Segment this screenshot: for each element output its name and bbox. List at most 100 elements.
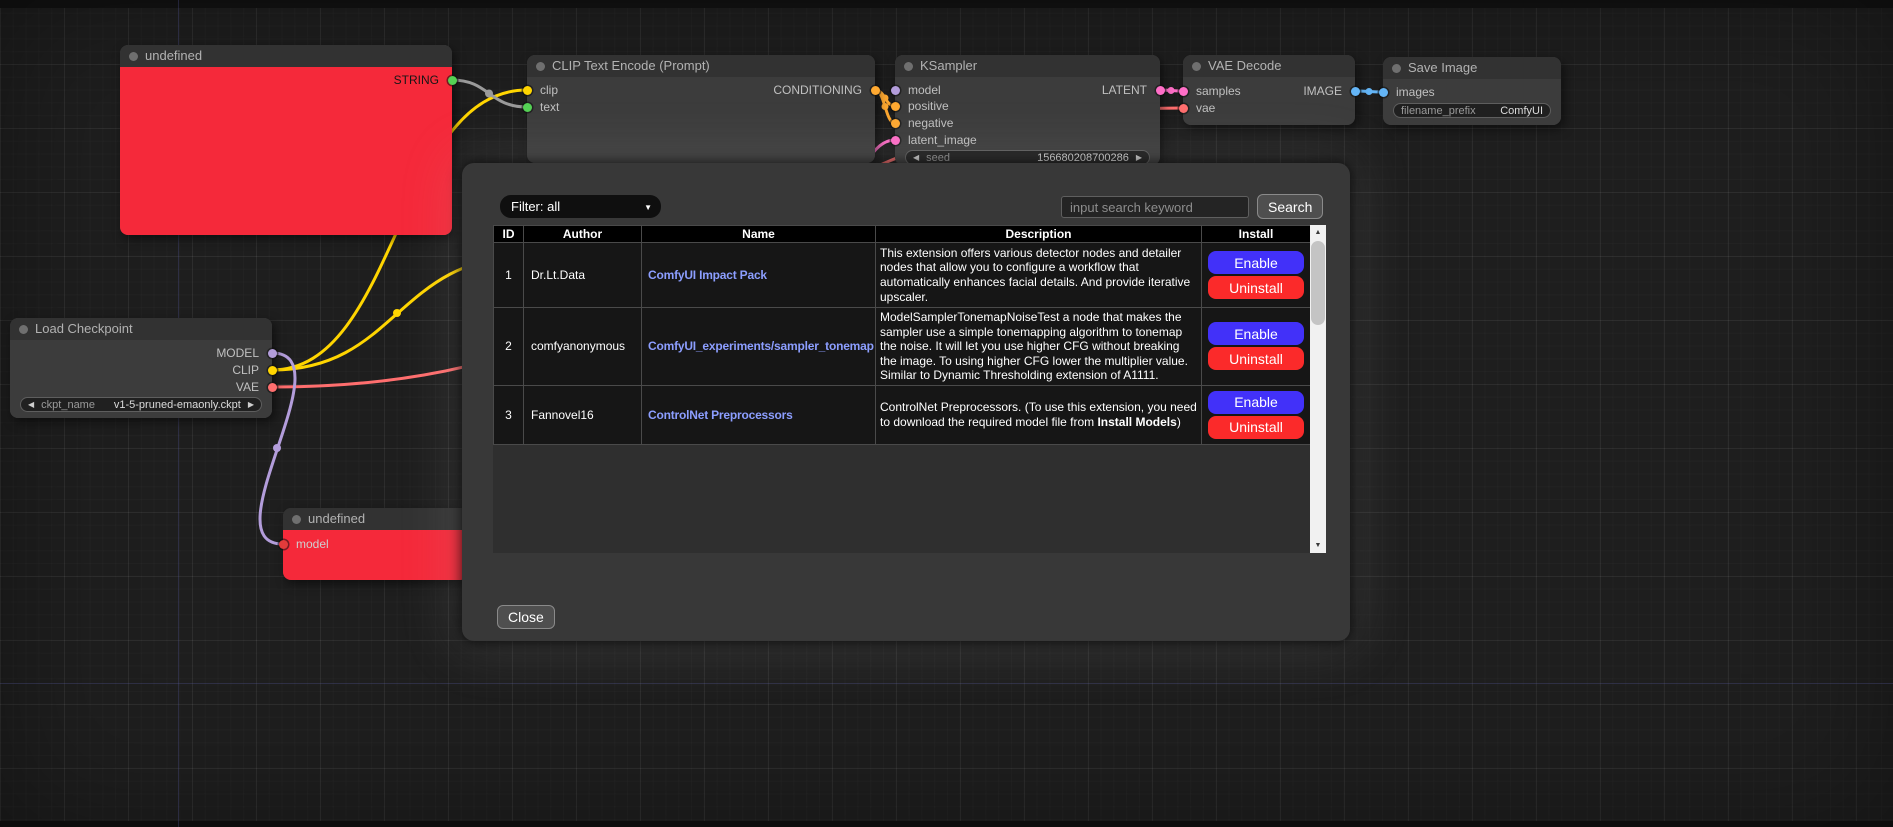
header-install: Install (1202, 226, 1311, 243)
output-latent[interactable]: LATENT (895, 83, 1160, 97)
table-scrollbar[interactable]: ▲ ▼ (1310, 225, 1326, 553)
output-model[interactable]: MODEL (10, 346, 272, 360)
extension-link[interactable]: ComfyUI Impact Pack (648, 268, 767, 282)
node-vae-decode[interactable]: VAE Decode samples vae IMAGE (1183, 55, 1355, 125)
negative-port-dot[interactable] (891, 119, 900, 128)
model-out-port-dot[interactable] (268, 349, 277, 358)
input-text[interactable]: text (527, 100, 875, 114)
node-collapse-dot[interactable] (904, 62, 913, 71)
input-negative[interactable]: negative (895, 116, 1160, 130)
header-name: Name (642, 226, 876, 243)
table-row: 2 comfyanonymous ComfyUI_experiments/sam… (494, 308, 1311, 386)
string-port-dot[interactable] (448, 76, 457, 85)
node-clip-text-encode[interactable]: CLIP Text Encode (Prompt) clip text COND… (527, 55, 875, 163)
enable-button[interactable]: Enable (1208, 391, 1304, 414)
node-collapse-dot[interactable] (536, 62, 545, 71)
node-load-checkpoint[interactable]: Load Checkpoint MODEL CLIP VAE ◀ ckpt_na… (10, 318, 272, 418)
search-input[interactable] (1061, 196, 1249, 218)
cell-name: ComfyUI_experiments/sampler_tonemap (642, 308, 876, 386)
text-port-dot[interactable] (523, 103, 532, 112)
image-port-dot[interactable] (1351, 87, 1360, 96)
input-latent-image[interactable]: latent_image (895, 133, 1160, 147)
cell-name: ControlNet Preprocessors (642, 385, 876, 444)
output-image[interactable]: IMAGE (1183, 84, 1355, 98)
input-positive[interactable]: positive (895, 99, 1160, 113)
uninstall-button[interactable]: Uninstall (1208, 276, 1304, 299)
images-port-dot[interactable] (1379, 88, 1388, 97)
node-undefined-model[interactable]: undefined model (283, 508, 468, 580)
wire-dot (393, 309, 401, 317)
node-title: undefined (145, 48, 202, 63)
extension-link[interactable]: ControlNet Preprocessors (648, 408, 793, 422)
uninstall-button[interactable]: Uninstall (1208, 347, 1304, 370)
node-title: KSampler (920, 58, 977, 73)
node-collapse-dot[interactable] (1192, 62, 1201, 71)
scroll-up-icon[interactable]: ▲ (1310, 225, 1326, 240)
node-title: CLIP Text Encode (Prompt) (552, 58, 710, 73)
clip-out-port-dot[interactable] (268, 366, 277, 375)
cell-id: 2 (494, 308, 524, 386)
wire-dot (273, 444, 281, 452)
prev-value-icon[interactable]: ◀ (28, 398, 34, 411)
cell-install: Enable Uninstall (1202, 308, 1311, 386)
node-ksampler[interactable]: KSampler model positive negative latent_… (895, 55, 1160, 165)
vae-out-port-dot[interactable] (268, 383, 277, 392)
node-undefined-string[interactable]: undefined STRING (120, 45, 452, 235)
enable-button[interactable]: Enable (1208, 251, 1304, 274)
latent-out-port-dot[interactable] (1156, 86, 1165, 95)
output-clip[interactable]: CLIP (10, 363, 272, 377)
cell-name: ComfyUI Impact Pack (642, 243, 876, 308)
model-port-dot[interactable] (279, 540, 288, 549)
node-title-bar: Load Checkpoint (10, 318, 272, 340)
close-button[interactable]: Close (497, 605, 555, 629)
table-header-row: ID Author Name Description Install (494, 226, 1311, 243)
chevron-down-icon: ▼ (644, 196, 652, 219)
output-conditioning[interactable]: CONDITIONING (527, 83, 875, 97)
node-title-bar: Save Image (1383, 57, 1561, 79)
filter-dropdown[interactable]: Filter: all ▼ (500, 195, 661, 218)
cell-id: 3 (494, 385, 524, 444)
filter-selected-value: Filter: all (511, 199, 560, 214)
cell-description: ModelSamplerTonemapNoiseTest a node that… (876, 308, 1202, 386)
extension-table-container: ID Author Name Description Install 1 Dr.… (493, 225, 1326, 553)
cell-author: comfyanonymous (524, 308, 642, 386)
output-string[interactable]: STRING (120, 73, 452, 87)
cell-install: Enable Uninstall (1202, 385, 1311, 444)
cell-author: Fannovel16 (524, 385, 642, 444)
node-title-bar: KSampler (895, 55, 1160, 77)
scroll-down-icon[interactable]: ▼ (1310, 538, 1326, 553)
conditioning-port-dot[interactable] (871, 86, 880, 95)
cell-author: Dr.Lt.Data (524, 243, 642, 308)
header-description: Description (876, 226, 1202, 243)
cell-id: 1 (494, 243, 524, 308)
input-vae[interactable]: vae (1183, 101, 1355, 115)
node-collapse-dot[interactable] (19, 325, 28, 334)
node-collapse-dot[interactable] (129, 52, 138, 61)
header-id: ID (494, 226, 524, 243)
input-images[interactable]: images (1383, 85, 1561, 99)
scrollbar-thumb[interactable] (1311, 241, 1325, 325)
latent-port-dot[interactable] (891, 136, 900, 145)
search-button[interactable]: Search (1257, 194, 1323, 219)
wire-dot (1366, 88, 1373, 95)
uninstall-button[interactable]: Uninstall (1208, 416, 1304, 439)
node-collapse-dot[interactable] (1392, 64, 1401, 73)
enable-button[interactable]: Enable (1208, 322, 1304, 345)
table-row: 1 Dr.Lt.Data ComfyUI Impact Pack This ex… (494, 243, 1311, 308)
node-save-image[interactable]: Save Image images filename_prefix ComfyU… (1383, 57, 1561, 125)
node-title-bar: VAE Decode (1183, 55, 1355, 77)
table-row: 3 Fannovel16 ControlNet Preprocessors Co… (494, 385, 1311, 444)
positive-port-dot[interactable] (891, 102, 900, 111)
vae-port-dot[interactable] (1179, 104, 1188, 113)
node-title-bar: undefined (120, 45, 452, 67)
ckpt-name-widget[interactable]: ◀ ckpt_name v1-5-pruned-emaonly.ckpt ▶ (20, 397, 262, 412)
cell-description: This extension offers various detector n… (876, 243, 1202, 308)
next-value-icon[interactable]: ▶ (248, 398, 254, 411)
output-vae[interactable]: VAE (10, 380, 272, 394)
extension-table: ID Author Name Description Install 1 Dr.… (493, 225, 1311, 445)
filename-prefix-widget[interactable]: filename_prefix ComfyUI (1393, 103, 1551, 118)
node-title: undefined (308, 511, 365, 526)
extension-link[interactable]: ComfyUI_experiments/sampler_tonemap (648, 339, 874, 353)
node-collapse-dot[interactable] (292, 515, 301, 524)
input-model[interactable]: model (283, 537, 468, 551)
